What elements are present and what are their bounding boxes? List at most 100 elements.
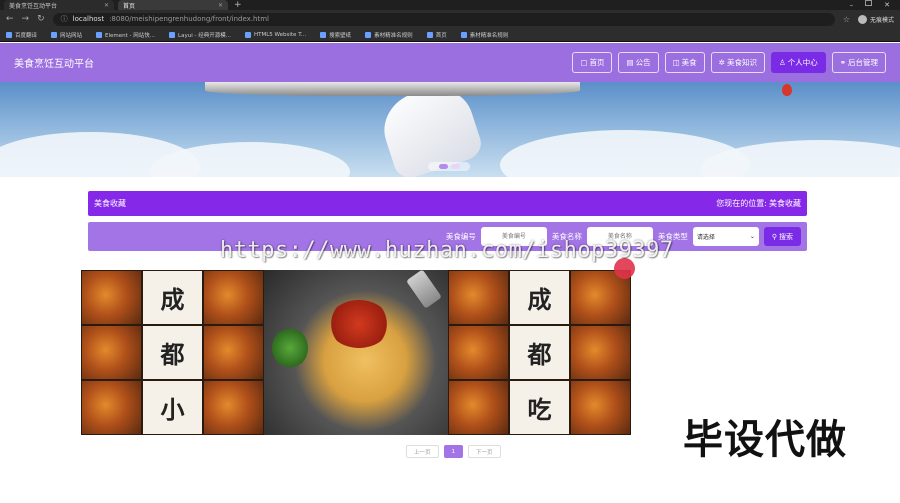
- close-window-icon[interactable]: ✕: [884, 0, 890, 10]
- browser-tab-home[interactable]: 首页 ✕: [118, 0, 228, 10]
- bookmark-icon: [365, 31, 372, 38]
- fork-icon: [406, 270, 442, 309]
- food-photo: [570, 380, 631, 435]
- chevron-down-icon: ⌄: [749, 233, 755, 240]
- nav-label: 美食: [681, 58, 697, 67]
- bookmark-label: HTML5 Website T...: [253, 31, 307, 38]
- food-photo: [81, 380, 142, 435]
- minimize-icon[interactable]: –: [850, 0, 854, 10]
- breadcrumb-bar: 美食收藏 您现在的位置: 美食收藏: [88, 191, 807, 216]
- collage-char: 都: [142, 325, 203, 380]
- new-tab-button[interactable]: +: [234, 0, 242, 10]
- collage-char: 吃: [509, 380, 570, 435]
- nav-home-button[interactable]: ▢ 首页: [572, 52, 613, 73]
- browser-tab-strip: 美食烹饪互动平台 ✕ 首页 ✕ + – ✕: [0, 0, 900, 10]
- breadcrumb-current[interactable]: 美食收藏: [769, 198, 801, 209]
- browser-toolbar: ← → ↻ ⓘ localhost :8080/meishipengrenhudo…: [0, 10, 900, 28]
- breadcrumb: 您现在的位置: 美食收藏: [716, 198, 801, 209]
- search-button-label: 搜索: [779, 233, 793, 241]
- nav-user-center-button[interactable]: ♙ 个人中心: [770, 52, 826, 73]
- nav-label: 公告: [635, 58, 651, 67]
- carousel-dot[interactable]: [438, 164, 448, 169]
- bookmark-label: Element - 网站快...: [105, 32, 156, 39]
- maximize-icon[interactable]: [865, 0, 873, 6]
- food-photo: [448, 270, 509, 325]
- bookmark-item[interactable]: 百度翻译: [6, 31, 37, 39]
- food-photo: [448, 380, 509, 435]
- collage-char: 小: [142, 380, 203, 435]
- page-title: 美食收藏: [94, 199, 126, 208]
- bookmark-label: 网站网站: [60, 32, 83, 39]
- incognito-avatar-icon: [857, 14, 867, 24]
- nav-food-knowledge-button[interactable]: ✲ 美食知识: [710, 52, 765, 73]
- info-icon[interactable]: ⓘ: [61, 14, 68, 24]
- banner-balloon: [782, 84, 792, 96]
- nav-food-button[interactable]: ◫ 美食: [664, 52, 705, 73]
- bookmark-label: 首页: [435, 32, 447, 39]
- bookmark-item[interactable]: 网站网站: [51, 31, 82, 39]
- food-collage-left: 成 都 小: [81, 270, 264, 435]
- bookmark-icon: [169, 31, 176, 38]
- carousel-indicators: [428, 162, 470, 171]
- page-1-button[interactable]: 1: [443, 445, 464, 458]
- food-collage-right: 成 都 吃: [448, 270, 631, 435]
- watermark-text: https://www.huzhan.com/ishop39397: [220, 238, 674, 263]
- reload-icon[interactable]: ↻: [37, 14, 45, 24]
- bookmark-icon: [6, 31, 12, 38]
- bookmark-icon: [244, 31, 251, 38]
- carousel-dot[interactable]: [450, 164, 460, 169]
- address-bar[interactable]: ⓘ localhost :8080/meishipengrenhudong/fro…: [52, 12, 835, 26]
- pasta-sauce: [328, 300, 390, 348]
- back-icon[interactable]: ←: [6, 14, 14, 24]
- next-page-button[interactable]: 下一页: [468, 445, 501, 458]
- nav-label: 后台管理: [848, 58, 878, 67]
- bookmark-label: 素材精准名规则: [469, 32, 509, 39]
- main-nav: ▢ 首页 ▤ 公告 ◫ 美食 ✲ 美食知识 ♙ 个人中心 ⚭ 后台管理: [572, 52, 886, 73]
- pasta-garnish: [272, 328, 308, 368]
- bookmark-item[interactable]: 素材精准名规则: [365, 31, 413, 39]
- bookmark-item[interactable]: 首页: [426, 31, 447, 39]
- nav-notice-button[interactable]: ▤ 公告: [618, 52, 659, 73]
- site-title: 美食烹饪互动平台: [14, 59, 94, 70]
- banner-carousel: [0, 82, 900, 177]
- bookmark-icon: [51, 31, 58, 38]
- bookmark-star-icon[interactable]: ☆: [843, 15, 850, 24]
- window-controls: – ✕: [850, 0, 900, 10]
- collage-char: 成: [142, 270, 203, 325]
- url-path: :8080/meishipengrenhudong/front/index.ht…: [109, 15, 269, 23]
- link-icon: ⚭: [839, 58, 846, 67]
- food-type-select[interactable]: 请选择 ⌄: [692, 227, 759, 246]
- forward-icon[interactable]: →: [22, 14, 30, 24]
- food-favorite-card[interactable]: 成 都 小 成 都 吃: [81, 270, 631, 435]
- prev-page-button[interactable]: 上一页: [406, 445, 439, 458]
- close-tab-icon[interactable]: ✕: [218, 2, 223, 9]
- bookmark-label: 素材精准名规则: [374, 32, 413, 39]
- collage-char: 成: [509, 270, 570, 325]
- nav-label: 美食知识: [726, 58, 757, 67]
- banner-tray: [205, 82, 580, 96]
- profile-button[interactable]: 无痕模式: [857, 14, 894, 24]
- select-value: 请选择: [696, 234, 715, 241]
- bookmark-item[interactable]: Layui - 经典开源模...: [169, 31, 231, 39]
- food-photo: [203, 380, 264, 435]
- bookmark-item[interactable]: 素材精准名规则: [460, 31, 509, 39]
- bookmark-label: 搜索壁纸: [329, 32, 352, 39]
- nav-label: 个人中心: [787, 58, 818, 67]
- food-photo: [203, 270, 264, 325]
- bookmark-item[interactable]: 搜索壁纸: [320, 31, 351, 39]
- knowledge-icon: ✲: [718, 58, 725, 67]
- notice-icon: ▤: [626, 58, 634, 67]
- close-tab-icon[interactable]: ✕: [104, 2, 109, 9]
- nav-label: 首页: [589, 58, 605, 67]
- nav-admin-button[interactable]: ⚭ 后台管理: [831, 52, 886, 73]
- profile-label: 无痕模式: [869, 16, 894, 24]
- food-photo: [570, 325, 631, 380]
- food-photo: [203, 325, 264, 380]
- browser-tab-platform[interactable]: 美食烹饪互动平台 ✕: [4, 0, 114, 10]
- url-host: localhost: [72, 15, 105, 23]
- pasta-photo: [264, 270, 448, 435]
- search-button[interactable]: ⚲ 搜索: [763, 227, 801, 246]
- bookmark-item[interactable]: Element - 网站快...: [96, 31, 155, 39]
- bookmark-icon: [426, 31, 433, 38]
- bookmark-item[interactable]: HTML5 Website T...: [244, 31, 307, 38]
